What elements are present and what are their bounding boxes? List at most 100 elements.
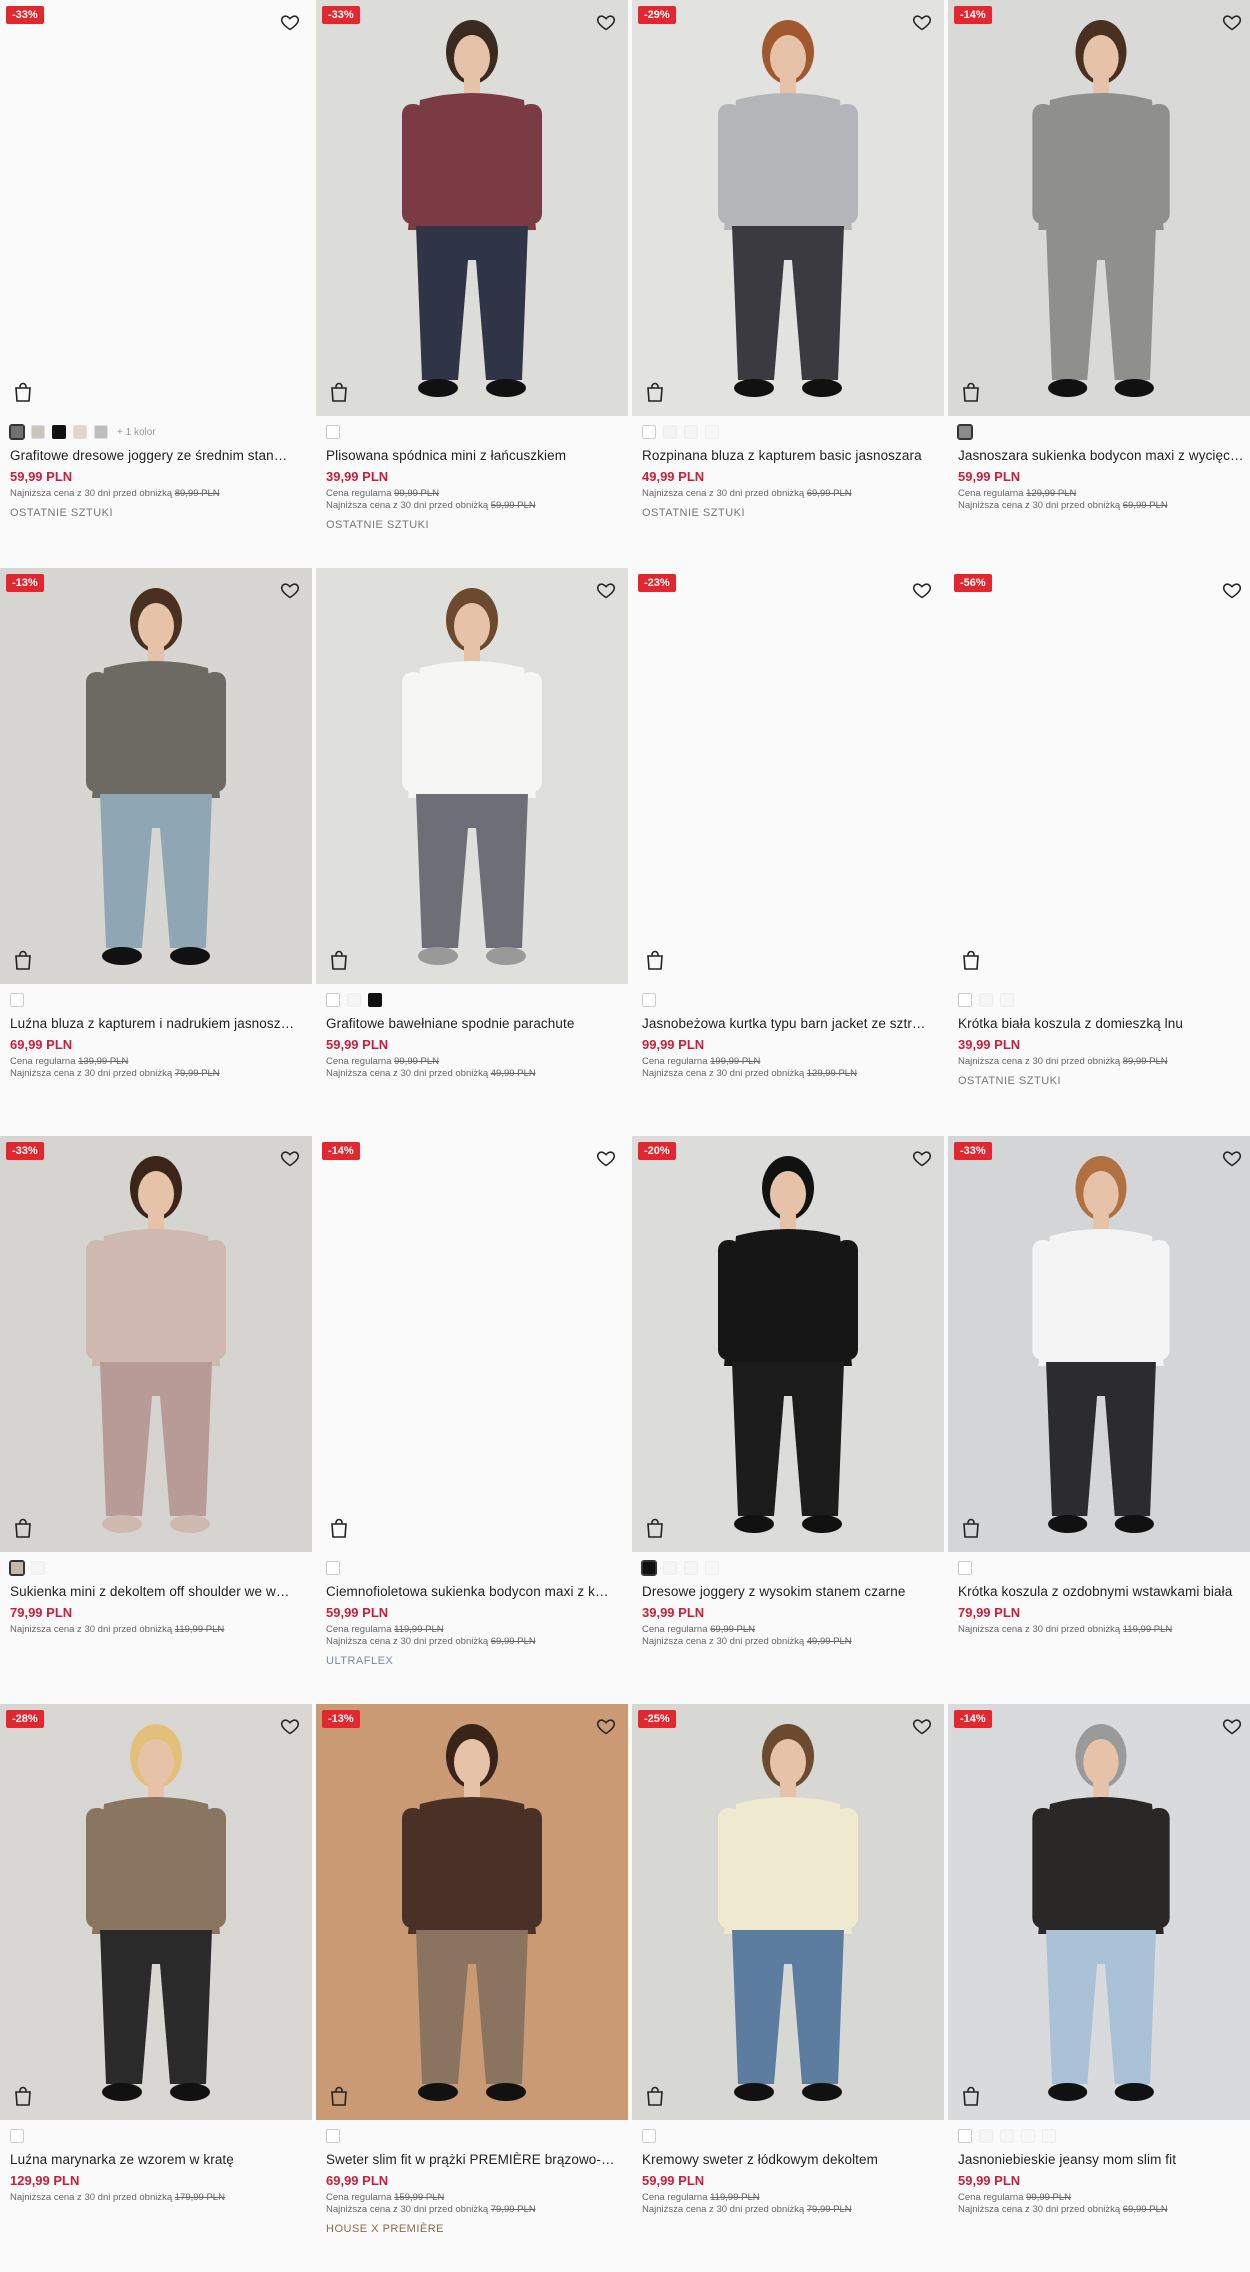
- product-image[interactable]: -56%: [948, 568, 1250, 984]
- product-name[interactable]: Grafitowe bawełniane spodnie parachute: [326, 1016, 618, 1031]
- heart-icon[interactable]: [596, 1716, 616, 1736]
- shopping-bag-icon[interactable]: [14, 950, 32, 970]
- shopping-bag-icon[interactable]: [962, 382, 980, 402]
- color-swatch[interactable]: [663, 1561, 677, 1575]
- color-swatch[interactable]: [958, 2129, 972, 2143]
- product-name[interactable]: Luźna marynarka ze wzorem w kratę: [10, 2152, 302, 2167]
- heart-icon[interactable]: [596, 1148, 616, 1168]
- color-swatch[interactable]: [641, 1560, 657, 1576]
- color-swatch[interactable]: [10, 2129, 24, 2143]
- heart-icon[interactable]: [912, 580, 932, 600]
- product-name[interactable]: Jasnoniebieskie jeansy mom slim fit: [958, 2152, 1244, 2167]
- product-card[interactable]: -13% Luźna bluza z kapturem i nadrukiem j…: [0, 568, 312, 1136]
- shopping-bag-icon[interactable]: [962, 950, 980, 970]
- product-name[interactable]: Luźna bluza z kapturem i nadrukiem jasno…: [10, 1016, 302, 1031]
- color-swatch[interactable]: [73, 425, 87, 439]
- color-swatch[interactable]: [1000, 993, 1014, 1007]
- heart-icon[interactable]: [912, 1716, 932, 1736]
- product-card[interactable]: -20% Dresowe joggery z wysokim stanem cza…: [632, 1136, 944, 1704]
- color-swatch[interactable]: [368, 993, 382, 1007]
- product-name[interactable]: Ciemnofioletowa sukienka bodycon maxi z …: [326, 1584, 618, 1599]
- color-swatch[interactable]: [9, 424, 25, 440]
- product-image[interactable]: -28%: [0, 1704, 312, 2120]
- product-image[interactable]: [316, 568, 628, 984]
- shopping-bag-icon[interactable]: [646, 950, 664, 970]
- heart-icon[interactable]: [912, 1148, 932, 1168]
- heart-icon[interactable]: [280, 580, 300, 600]
- product-card[interactable]: -33% + 1 kolor Grafitowe dresowe joggery z…: [0, 0, 312, 568]
- color-swatch[interactable]: [663, 425, 677, 439]
- color-swatch[interactable]: [684, 425, 698, 439]
- color-swatch[interactable]: [957, 424, 973, 440]
- more-colors-label[interactable]: + 1 kolor: [117, 427, 156, 438]
- heart-icon[interactable]: [596, 12, 616, 32]
- color-swatch[interactable]: [979, 2129, 993, 2143]
- heart-icon[interactable]: [1222, 12, 1242, 32]
- product-image[interactable]: -25%: [632, 1704, 944, 2120]
- product-card[interactable]: -13% Sweter slim fit w prążki PREMIÈRE br…: [316, 1704, 628, 2272]
- color-swatch[interactable]: [31, 425, 45, 439]
- color-swatch[interactable]: [642, 993, 656, 1007]
- color-swatch[interactable]: [326, 993, 340, 1007]
- product-name[interactable]: Jasnobeżowa kurtka typu barn jacket ze s…: [642, 1016, 934, 1031]
- color-swatch[interactable]: [705, 425, 719, 439]
- product-name[interactable]: Sweter slim fit w prążki PREMIÈRE brązow…: [326, 2152, 618, 2167]
- shopping-bag-icon[interactable]: [14, 382, 32, 402]
- color-swatch[interactable]: [326, 425, 340, 439]
- product-image[interactable]: -33%: [948, 1136, 1250, 1552]
- color-swatch[interactable]: [347, 993, 361, 1007]
- product-name[interactable]: Jasnoszara sukienka bodycon maxi z wycię…: [958, 448, 1244, 463]
- product-name[interactable]: Grafitowe dresowe joggery ze średnim sta…: [10, 448, 302, 463]
- product-image[interactable]: -33%: [0, 0, 312, 416]
- product-card[interactable]: -33% Krótka koszula z ozdobnymi wstawkami…: [948, 1136, 1250, 1704]
- color-swatch[interactable]: [979, 993, 993, 1007]
- product-image[interactable]: -33%: [316, 0, 628, 416]
- product-image[interactable]: -29%: [632, 0, 944, 416]
- heart-icon[interactable]: [596, 580, 616, 600]
- product-name[interactable]: Rozpinana bluza z kapturem basic jasnosz…: [642, 448, 934, 463]
- product-name[interactable]: Krótka koszula z ozdobnymi wstawkami bia…: [958, 1584, 1244, 1599]
- shopping-bag-icon[interactable]: [962, 1518, 980, 1538]
- color-swatch[interactable]: [642, 2129, 656, 2143]
- shopping-bag-icon[interactable]: [330, 950, 348, 970]
- color-swatch[interactable]: [52, 425, 66, 439]
- color-swatch[interactable]: [684, 1561, 698, 1575]
- color-swatch[interactable]: [958, 993, 972, 1007]
- product-image[interactable]: -14%: [316, 1136, 628, 1552]
- product-card[interactable]: -23% Jasnobeżowa kurtka typu barn jacket …: [632, 568, 944, 1136]
- shopping-bag-icon[interactable]: [330, 2086, 348, 2106]
- color-swatch[interactable]: [1021, 2129, 1035, 2143]
- color-swatch[interactable]: [9, 1560, 25, 1576]
- color-swatch[interactable]: [1042, 2129, 1056, 2143]
- heart-icon[interactable]: [912, 12, 932, 32]
- heart-icon[interactable]: [1222, 1148, 1242, 1168]
- product-card[interactable]: -25% Kremowy sweter z łódkowym dekoltem 59…: [632, 1704, 944, 2272]
- product-card[interactable]: -28% Luźna marynarka ze wzorem w kratę 129…: [0, 1704, 312, 2272]
- shopping-bag-icon[interactable]: [646, 382, 664, 402]
- product-image[interactable]: -14%: [948, 1704, 1250, 2120]
- color-swatch[interactable]: [705, 1561, 719, 1575]
- product-image[interactable]: -14%: [948, 0, 1250, 416]
- color-swatch[interactable]: [326, 2129, 340, 2143]
- product-image[interactable]: -33%: [0, 1136, 312, 1552]
- product-image[interactable]: -13%: [316, 1704, 628, 2120]
- product-card[interactable]: -56% Krótka biała koszula z domieszką lnu…: [948, 568, 1250, 1136]
- shopping-bag-icon[interactable]: [14, 1518, 32, 1538]
- color-swatch[interactable]: [31, 1561, 45, 1575]
- product-card[interactable]: -14% Jasnoszara sukienka bodycon maxi z w…: [948, 0, 1250, 568]
- product-card[interactable]: -29% Rozpinana bluza z kapturem basic jas…: [632, 0, 944, 568]
- shopping-bag-icon[interactable]: [14, 2086, 32, 2106]
- heart-icon[interactable]: [1222, 1716, 1242, 1736]
- heart-icon[interactable]: [1222, 580, 1242, 600]
- product-name[interactable]: Sukienka mini z dekoltem off shoulder we…: [10, 1584, 302, 1599]
- product-card[interactable]: -14% Ciemnofioletowa sukienka bodycon max…: [316, 1136, 628, 1704]
- heart-icon[interactable]: [280, 1148, 300, 1168]
- shopping-bag-icon[interactable]: [646, 1518, 664, 1538]
- shopping-bag-icon[interactable]: [962, 2086, 980, 2106]
- product-card[interactable]: -33% Sukienka mini z dekoltem off shoulde…: [0, 1136, 312, 1704]
- color-swatch[interactable]: [326, 1561, 340, 1575]
- heart-icon[interactable]: [280, 1716, 300, 1736]
- shopping-bag-icon[interactable]: [646, 2086, 664, 2106]
- product-name[interactable]: Krótka biała koszula z domieszką lnu: [958, 1016, 1244, 1031]
- product-image[interactable]: -23%: [632, 568, 944, 984]
